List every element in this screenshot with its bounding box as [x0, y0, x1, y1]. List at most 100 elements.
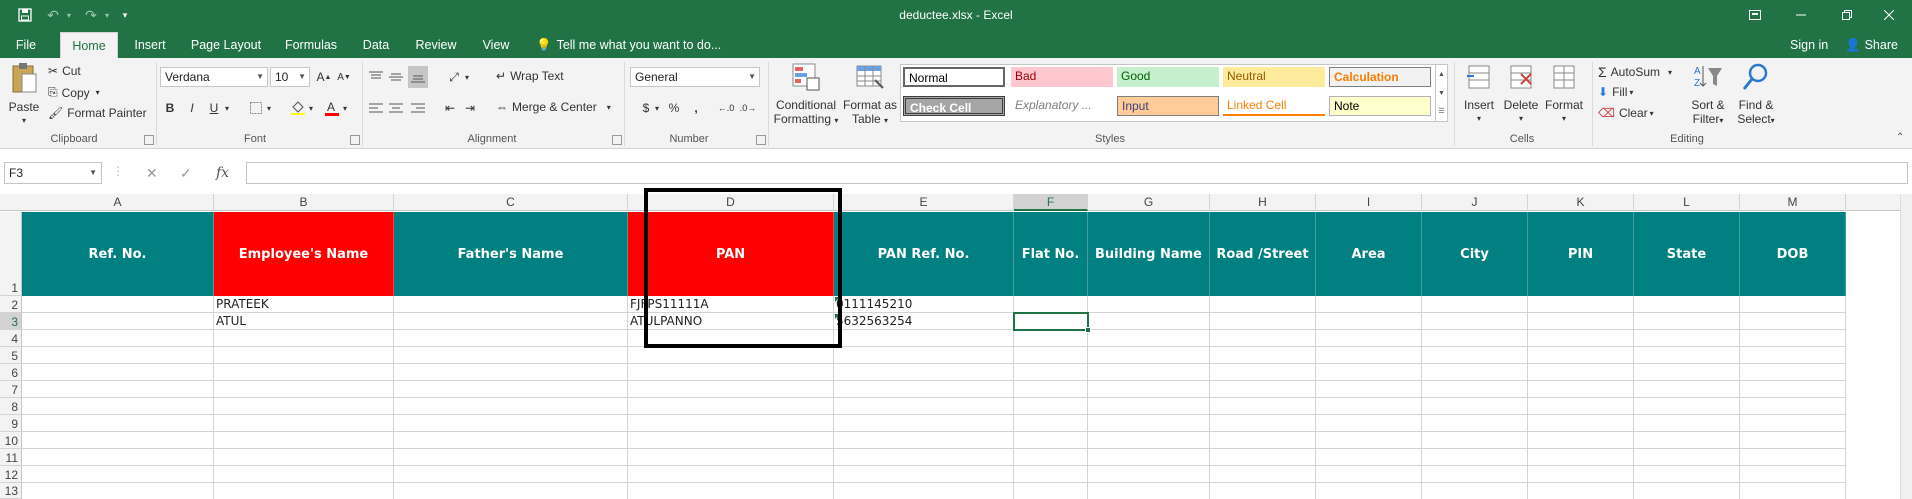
cell-a12[interactable]: [22, 466, 214, 483]
cell-k11[interactable]: [1528, 449, 1634, 466]
decrease-decimal-icon[interactable]: .0→: [738, 97, 758, 119]
restore-icon[interactable]: [1824, 0, 1870, 30]
currency-dropdown-icon[interactable]: ▾: [652, 97, 662, 119]
cell-j2[interactable]: [1422, 296, 1528, 313]
gallery-more-icon[interactable]: ☰: [1435, 103, 1447, 121]
orientation-dropdown-icon[interactable]: ▾: [462, 66, 472, 88]
cell-m8[interactable]: [1740, 398, 1846, 415]
column-header-g[interactable]: G: [1088, 194, 1210, 211]
header-cell-c[interactable]: Father's Name: [394, 212, 628, 296]
cell-h13[interactable]: [1210, 483, 1316, 499]
insert-cells-button[interactable]: Insert ▾: [1458, 62, 1500, 126]
cell-d9[interactable]: [628, 415, 834, 432]
clear-button[interactable]: ⌫ Clear ▾: [1598, 106, 1654, 120]
column-header-e[interactable]: E: [834, 194, 1014, 211]
cell-i13[interactable]: [1316, 483, 1422, 499]
cell-g6[interactable]: [1088, 364, 1210, 381]
header-cell-i[interactable]: Area: [1316, 212, 1422, 296]
minimize-icon[interactable]: [1778, 0, 1824, 30]
cell-d11[interactable]: [628, 449, 834, 466]
row-header-3[interactable]: 3: [0, 313, 22, 330]
find-select-button[interactable]: Find & Select▾: [1732, 62, 1780, 128]
cell-e12[interactable]: [834, 466, 1014, 483]
cell-b8[interactable]: [214, 398, 394, 415]
fill-color-icon[interactable]: [288, 97, 308, 119]
cell-h10[interactable]: [1210, 432, 1316, 449]
cell-c10[interactable]: [394, 432, 628, 449]
paste-button[interactable]: Paste ▾: [4, 62, 44, 128]
cell-c8[interactable]: [394, 398, 628, 415]
cell-m11[interactable]: [1740, 449, 1846, 466]
underline-dropdown-icon[interactable]: ▾: [222, 97, 232, 119]
fill-handle[interactable]: [1085, 327, 1091, 333]
cell-l5[interactable]: [1634, 347, 1740, 364]
cell-j4[interactable]: [1422, 330, 1528, 347]
increase-indent-icon[interactable]: ⇥: [460, 97, 480, 119]
cell-c4[interactable]: [394, 330, 628, 347]
cell-i10[interactable]: [1316, 432, 1422, 449]
cell-l8[interactable]: [1634, 398, 1740, 415]
row-header-9[interactable]: 9: [0, 415, 22, 432]
cell-j10[interactable]: [1422, 432, 1528, 449]
cell-l4[interactable]: [1634, 330, 1740, 347]
cell-e10[interactable]: [834, 432, 1014, 449]
cell-g10[interactable]: [1088, 432, 1210, 449]
active-cell[interactable]: [1013, 312, 1089, 331]
cell-e3[interactable]: 5632563254: [834, 313, 1014, 330]
font-color-icon[interactable]: A: [322, 97, 342, 119]
redo-dropdown-icon[interactable]: ▾: [102, 4, 112, 26]
header-cell-f[interactable]: Flat No.: [1014, 212, 1088, 296]
cell-h11[interactable]: [1210, 449, 1316, 466]
cell-e6[interactable]: [834, 364, 1014, 381]
align-left-icon[interactable]: [366, 97, 386, 119]
cell-l12[interactable]: [1634, 466, 1740, 483]
style-neutral[interactable]: Neutral: [1223, 67, 1325, 87]
cell-m6[interactable]: [1740, 364, 1846, 381]
cancel-icon[interactable]: ✕: [146, 162, 158, 184]
header-cell-b[interactable]: Employee's Name: [214, 212, 394, 296]
undo-icon[interactable]: ↶: [42, 4, 64, 26]
cell-d12[interactable]: [628, 466, 834, 483]
cell-k12[interactable]: [1528, 466, 1634, 483]
cell-h5[interactable]: [1210, 347, 1316, 364]
header-cell-e[interactable]: PAN Ref. No.: [834, 212, 1014, 296]
cell-b9[interactable]: [214, 415, 394, 432]
cell-c11[interactable]: [394, 449, 628, 466]
customize-toolbar-icon[interactable]: ▾: [118, 4, 132, 26]
cell-m5[interactable]: [1740, 347, 1846, 364]
cell-h3[interactable]: [1210, 313, 1316, 330]
cell-b3[interactable]: ATUL: [214, 313, 394, 330]
undo-dropdown-icon[interactable]: ▾: [64, 4, 74, 26]
increase-decimal-icon[interactable]: ←.0: [716, 97, 736, 119]
cell-k3[interactable]: [1528, 313, 1634, 330]
cell-k8[interactable]: [1528, 398, 1634, 415]
cell-g5[interactable]: [1088, 347, 1210, 364]
cell-d6[interactable]: [628, 364, 834, 381]
style-normal[interactable]: Normal: [903, 67, 1005, 87]
tell-me-box[interactable]: 💡 Tell me what you want to do...: [536, 32, 721, 58]
cell-a5[interactable]: [22, 347, 214, 364]
cell-k5[interactable]: [1528, 347, 1634, 364]
align-middle-icon[interactable]: [386, 66, 406, 88]
cell-l6[interactable]: [1634, 364, 1740, 381]
cell-c7[interactable]: [394, 381, 628, 398]
style-good[interactable]: Good: [1117, 67, 1219, 87]
cell-m13[interactable]: [1740, 483, 1846, 499]
cell-m12[interactable]: [1740, 466, 1846, 483]
font-size-select[interactable]: 10 ▼: [270, 67, 310, 87]
style-calculation[interactable]: Calculation: [1329, 67, 1431, 87]
cut-button[interactable]: ✂ Cut: [48, 64, 81, 78]
italic-button[interactable]: I: [182, 97, 202, 119]
cell-h2[interactable]: [1210, 296, 1316, 313]
cell-b7[interactable]: [214, 381, 394, 398]
cell-m3[interactable]: [1740, 313, 1846, 330]
sort-filter-button[interactable]: AZ Sort & Filter▾: [1684, 62, 1732, 128]
style-input[interactable]: Input: [1117, 96, 1219, 116]
borders-dropdown-icon[interactable]: ▾: [264, 97, 274, 119]
collapse-ribbon-icon[interactable]: ⌃: [1896, 132, 1904, 143]
cell-a9[interactable]: [22, 415, 214, 432]
cell-f11[interactable]: [1014, 449, 1088, 466]
copy-button[interactable]: ⎘ Copy ▾: [48, 85, 100, 100]
cell-k6[interactable]: [1528, 364, 1634, 381]
cell-k2[interactable]: [1528, 296, 1634, 313]
